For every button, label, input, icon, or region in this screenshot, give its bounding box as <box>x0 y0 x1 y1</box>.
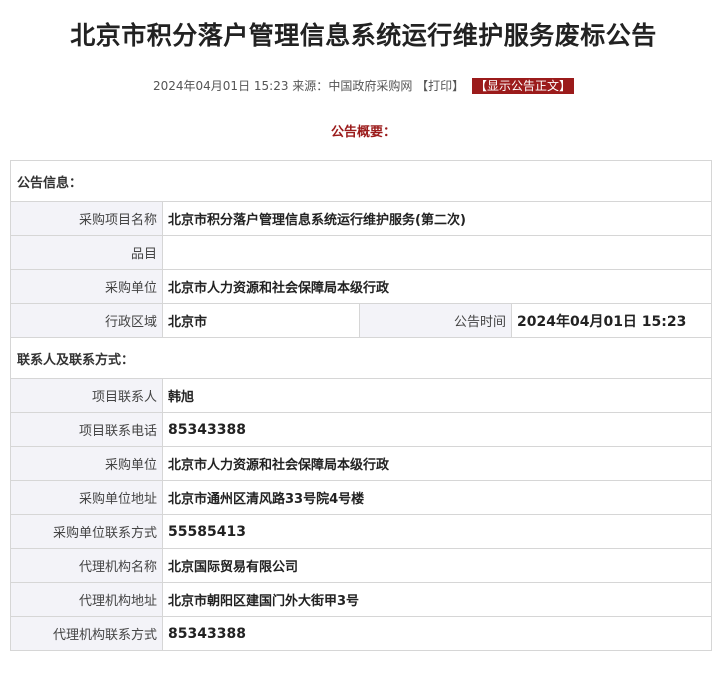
contact-value: 北京国际贸易有限公司 <box>161 548 713 583</box>
project-name-value: 北京市积分落户管理信息系统运行维护服务(第二次) <box>161 201 713 236</box>
table-row: 采购单位 北京市人力资源和社会保障局本级行政 <box>10 446 713 481</box>
region-value: 北京市 <box>162 303 360 338</box>
contact-label: 代理机构名称 <box>10 548 163 583</box>
source-name: 中国政府采购网 <box>328 79 413 93</box>
notice-meta: 2024年04月01日 15:23 来源：中国政府采购网 【打印】 【显示公告正… <box>0 77 727 95</box>
contact-value: 北京市人力资源和社会保障局本级行政 <box>161 446 713 481</box>
table-row: 采购项目名称 北京市积分落户管理信息系统运行维护服务(第二次) <box>10 201 713 236</box>
print-link[interactable]: 【打印】 <box>416 79 464 93</box>
item-value <box>161 235 713 270</box>
publish-time-label: 公告时间 <box>359 303 512 338</box>
contact-label: 代理机构地址 <box>10 582 163 617</box>
contact-value: 北京市朝阳区建国门外大街甲3号 <box>161 582 713 617</box>
table-row: 代理机构名称 北京国际贸易有限公司 <box>10 548 713 583</box>
table-row: 项目联系电话 85343388 <box>10 412 713 447</box>
summary-heading: 公告概要： <box>330 125 396 140</box>
notice-summary-table: 公告信息： 采购项目名称 北京市积分落户管理信息系统运行维护服务(第二次) 品目… <box>9 160 713 651</box>
contact-label: 采购单位联系方式 <box>10 514 163 549</box>
contacts-section-row: 联系人及联系方式： <box>9 337 713 379</box>
contact-value: 85343388 <box>161 616 713 651</box>
contact-label: 采购单位 <box>10 446 163 481</box>
publish-datetime: 2024年04月01日 15:23 <box>152 79 289 93</box>
table-row: 代理机构联系方式 85343388 <box>10 616 713 651</box>
table-row: 采购单位地址 北京市通州区清风路33号院4号楼 <box>10 480 713 515</box>
purchaser-value: 北京市人力资源和社会保障局本级行政 <box>161 269 713 304</box>
table-row: 行政区域 北京市 公告时间 2024年04月01日 15:23 <box>10 303 713 338</box>
source-label: 来源： <box>292 79 329 93</box>
contact-label: 项目联系电话 <box>10 412 163 447</box>
notice-info-section-title: 公告信息： <box>9 160 713 202</box>
project-name-label: 采购项目名称 <box>10 201 163 236</box>
contact-value: 85343388 <box>161 412 713 447</box>
notice-info-section-row: 公告信息： <box>9 160 713 202</box>
page-title: 北京市积分落户管理信息系统运行维护服务废标公告 <box>70 21 657 50</box>
contact-value: 55585413 <box>161 514 713 549</box>
publish-time-value: 2024年04月01日 15:23 <box>510 303 713 338</box>
table-row: 采购单位联系方式 55585413 <box>10 514 713 549</box>
table-row: 代理机构地址 北京市朝阳区建国门外大街甲3号 <box>10 582 713 617</box>
contact-value: 北京市通州区清风路33号院4号楼 <box>161 480 713 515</box>
show-notice-text-button[interactable]: 【显示公告正文】 <box>472 78 575 94</box>
item-label: 品目 <box>10 235 163 270</box>
contact-value: 韩旭 <box>161 378 713 413</box>
contact-label: 采购单位地址 <box>10 480 163 515</box>
contact-label: 代理机构联系方式 <box>10 616 163 651</box>
contact-label: 项目联系人 <box>10 378 163 413</box>
purchaser-label: 采购单位 <box>10 269 163 304</box>
contacts-section-title: 联系人及联系方式： <box>9 337 713 379</box>
region-label: 行政区域 <box>10 303 163 338</box>
table-row: 品目 <box>10 235 713 270</box>
table-row: 项目联系人 韩旭 <box>10 378 713 413</box>
table-row: 采购单位 北京市人力资源和社会保障局本级行政 <box>10 269 713 304</box>
